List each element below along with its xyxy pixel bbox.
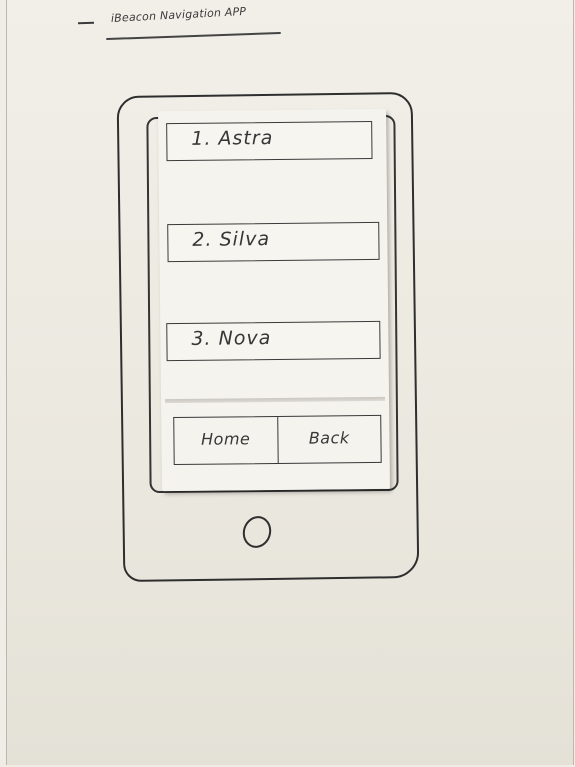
sketch-title: iBeacon Navigation APP [77,4,298,42]
paper-fold [165,396,386,404]
back-button[interactable]: Back [276,415,381,463]
app-screen: 1. Astra 2. Silva 3. Nova Home Back [158,108,390,492]
home-button-label: Home [200,429,251,449]
list-item-nova[interactable]: 3. Nova [166,320,381,362]
home-button[interactable]: Home [174,417,277,464]
list-item-silva[interactable]: 2. Silva [167,221,380,263]
app-title: iBeacon Navigation APP [110,4,247,25]
list-item-label: 1. Astra [191,126,274,150]
list-item-label: 2. Silva [192,228,271,251]
bottom-nav-bar: Home Back [173,414,382,466]
back-button-label: Back [308,428,350,448]
list-item-label: 3. Nova [191,327,272,350]
list-item-astra[interactable]: 1. Astra [166,120,373,162]
title-dash [77,21,95,25]
title-underline [106,31,281,41]
